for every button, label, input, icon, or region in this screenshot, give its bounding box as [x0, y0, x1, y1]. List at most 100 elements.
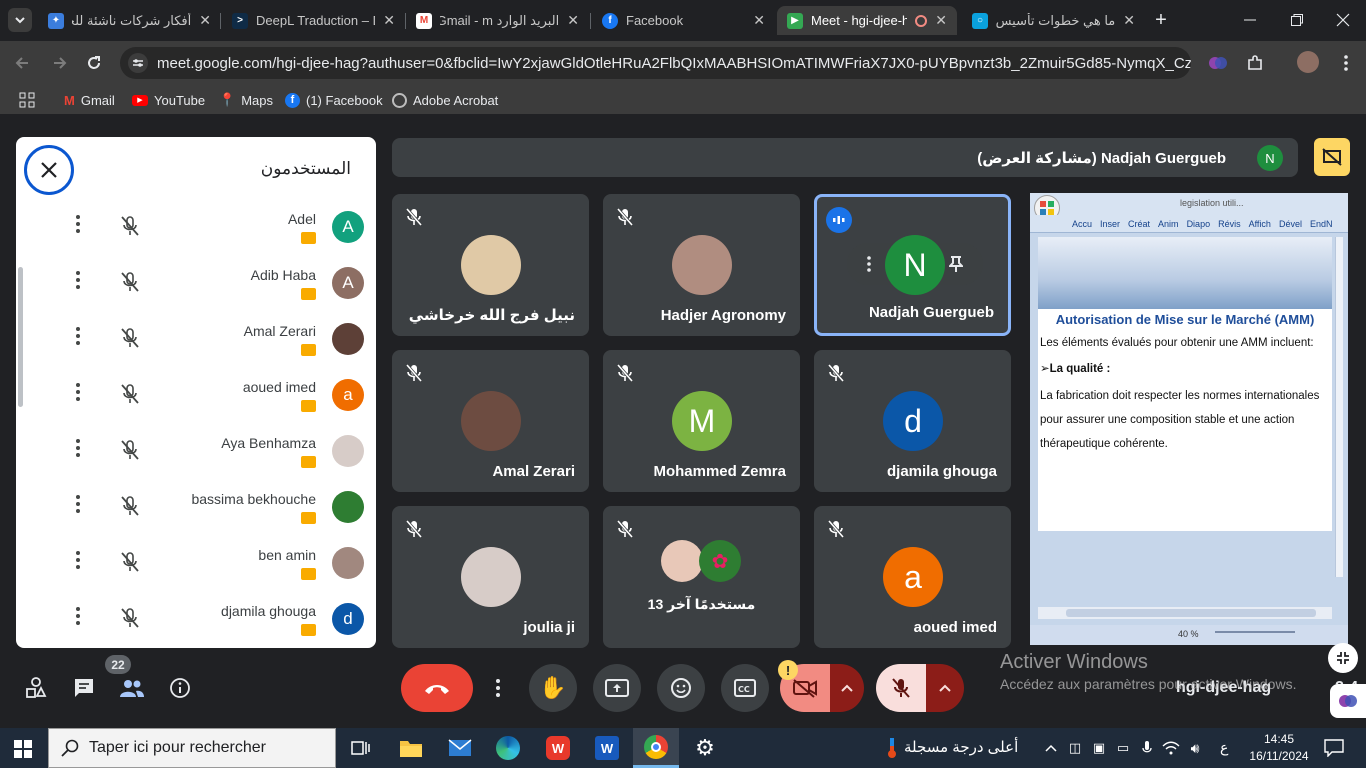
tab-search-button[interactable]: [8, 8, 32, 32]
slide-vertical-scrollbar[interactable]: [1335, 237, 1343, 577]
notifications-button[interactable]: [1322, 737, 1346, 759]
participant-more-button[interactable]: [76, 383, 80, 406]
participant-tile[interactable]: a aoued imed: [814, 506, 1011, 648]
clock[interactable]: 14:45 16/11/2024: [1246, 731, 1312, 765]
raise-hand-button[interactable]: ✋: [529, 664, 577, 712]
site-info-icon[interactable]: [128, 53, 148, 73]
close-icon[interactable]: ✕: [199, 12, 211, 29]
browser-tab-5[interactable]: ○ ما هي خطوات تأسيس ✕: [962, 6, 1145, 35]
weather-text[interactable]: أعلى درجة مسجلة: [904, 738, 1018, 756]
settings-app[interactable]: ⚙: [693, 735, 717, 760]
ribbon-tab[interactable]: Diapo: [1187, 215, 1211, 232]
fullscreen-button[interactable]: [1328, 643, 1358, 673]
ribbon-tab[interactable]: Dével: [1279, 215, 1302, 232]
pin-button[interactable]: [947, 255, 965, 273]
stop-presentation-view-button[interactable]: [1314, 138, 1350, 176]
participant-more-button[interactable]: [76, 495, 80, 518]
bookmark-maps[interactable]: 📍 Maps: [219, 91, 273, 109]
restore-button[interactable]: [1287, 10, 1307, 30]
file-explorer-app[interactable]: [398, 736, 424, 760]
meet-tray-icon[interactable]: ▣: [1090, 738, 1108, 758]
start-button[interactable]: [12, 738, 34, 760]
mail-app[interactable]: [447, 736, 473, 760]
participant-more-button[interactable]: [76, 271, 80, 294]
wifi-icon[interactable]: [1162, 738, 1180, 758]
bookmark-gmail[interactable]: M Gmail: [64, 91, 115, 109]
microphone-toggle-button[interactable]: [876, 664, 926, 712]
wps-app-icon[interactable]: W: [546, 736, 570, 760]
minimize-button[interactable]: [1240, 10, 1260, 30]
address-bar[interactable]: meet.google.com/hgi-djee-hag?authuser=0&…: [120, 47, 1191, 79]
close-icon[interactable]: ✕: [383, 12, 395, 29]
participant-tile[interactable]: M Mohammed Zemra: [603, 350, 800, 492]
browser-tab-1[interactable]: > DeepL Traduction – D ✕: [222, 6, 405, 35]
close-icon[interactable]: ✕: [935, 12, 947, 29]
back-button[interactable]: [12, 53, 32, 73]
camera-tray-icon[interactable]: ◫: [1066, 738, 1084, 758]
zoom-slider[interactable]: [1215, 631, 1295, 633]
participant-row[interactable]: Aya Benhamza: [36, 425, 364, 481]
chat-button[interactable]: [72, 676, 96, 700]
panel-scrollbar[interactable]: [18, 267, 23, 407]
taskbar-search-box[interactable]: Taper ici pour rechercher: [48, 728, 336, 768]
participant-more-button[interactable]: [76, 327, 80, 350]
reactions-button[interactable]: [657, 664, 705, 712]
camera-options-button[interactable]: [830, 664, 864, 712]
participant-more-button[interactable]: [76, 215, 80, 238]
chrome-taskbar-item[interactable]: [633, 728, 679, 768]
extension-button[interactable]: [1207, 52, 1229, 74]
participant-row[interactable]: Adel A: [36, 201, 364, 257]
input-language[interactable]: ع: [1220, 739, 1228, 756]
ribbon-tab[interactable]: Affich: [1249, 215, 1271, 232]
participant-tile[interactable]: ✿ 13 مستخدمًا آخر: [603, 506, 800, 648]
word-app-icon[interactable]: W: [595, 736, 619, 760]
bookmark-youtube[interactable]: ▶ YouTube: [132, 91, 205, 109]
extensions-menu-button[interactable]: [1244, 52, 1266, 74]
browser-tab-4[interactable]: ▶ Meet - hgi-djee-h ✕: [777, 6, 957, 35]
edge-icon[interactable]: [496, 736, 520, 760]
task-view-button[interactable]: [350, 737, 372, 759]
activities-button[interactable]: [24, 676, 48, 700]
ribbon-tab[interactable]: EndN: [1310, 215, 1333, 232]
participant-row[interactable]: aoued imed a: [36, 369, 364, 425]
volume-icon[interactable]: 🔊︎: [1186, 738, 1204, 758]
ribbon-tab[interactable]: Créat: [1128, 215, 1150, 232]
new-tab-button[interactable]: +: [1150, 9, 1172, 31]
browser-tab-0[interactable]: ✦ أفكار شركات ناشئة للجز ✕: [38, 6, 221, 35]
bookmark-facebook[interactable]: f (1) Facebook: [285, 91, 383, 109]
close-icon[interactable]: ✕: [1123, 12, 1135, 29]
forward-button[interactable]: [50, 53, 70, 73]
close-window-button[interactable]: [1333, 10, 1353, 30]
reload-button[interactable]: [84, 53, 104, 73]
present-screen-button[interactable]: [593, 664, 641, 712]
participant-more-button[interactable]: [76, 439, 80, 462]
profile-avatar[interactable]: [1297, 51, 1319, 73]
browser-tab-3[interactable]: f Facebook ✕: [592, 6, 775, 35]
participant-row[interactable]: djamila ghouga d: [36, 593, 364, 648]
participant-tile[interactable]: نبيل فرج الله خرخاشي: [392, 194, 589, 336]
microphone-options-button[interactable]: [926, 664, 964, 712]
participant-tile[interactable]: N Nadjah Guergueb: [814, 194, 1011, 336]
browser-tab-2[interactable]: M البريد الوارد Gmail - m ✕: [406, 6, 589, 35]
participant-row[interactable]: bassima bekhouche: [36, 481, 364, 537]
captions-button[interactable]: CC: [721, 664, 769, 712]
microphone-tray-icon[interactable]: [1138, 738, 1156, 758]
scroll-thumb[interactable]: [1066, 609, 1316, 617]
show-hidden-icons-button[interactable]: [1042, 738, 1060, 758]
participant-more-button[interactable]: [76, 551, 80, 574]
close-icon[interactable]: ✕: [753, 12, 765, 29]
bookmark-acrobat[interactable]: Adobe Acrobat: [392, 91, 498, 109]
ribbon-tab[interactable]: Accu: [1072, 215, 1092, 232]
ai-assistant-button[interactable]: [1330, 684, 1366, 718]
tile-more-button[interactable]: [863, 255, 875, 273]
ribbon-tab[interactable]: Révis: [1218, 215, 1241, 232]
slide-horizontal-scrollbar[interactable]: [1038, 607, 1332, 619]
close-panel-button[interactable]: [24, 145, 74, 195]
close-icon[interactable]: ✕: [567, 12, 579, 29]
browser-menu-button[interactable]: [1336, 52, 1356, 74]
apps-button[interactable]: [18, 91, 36, 109]
participant-more-button[interactable]: [76, 607, 80, 630]
participant-row[interactable]: Amal Zerari: [36, 313, 364, 369]
battery-icon[interactable]: ▭: [1114, 738, 1132, 758]
ribbon-tab[interactable]: Inser: [1100, 215, 1120, 232]
